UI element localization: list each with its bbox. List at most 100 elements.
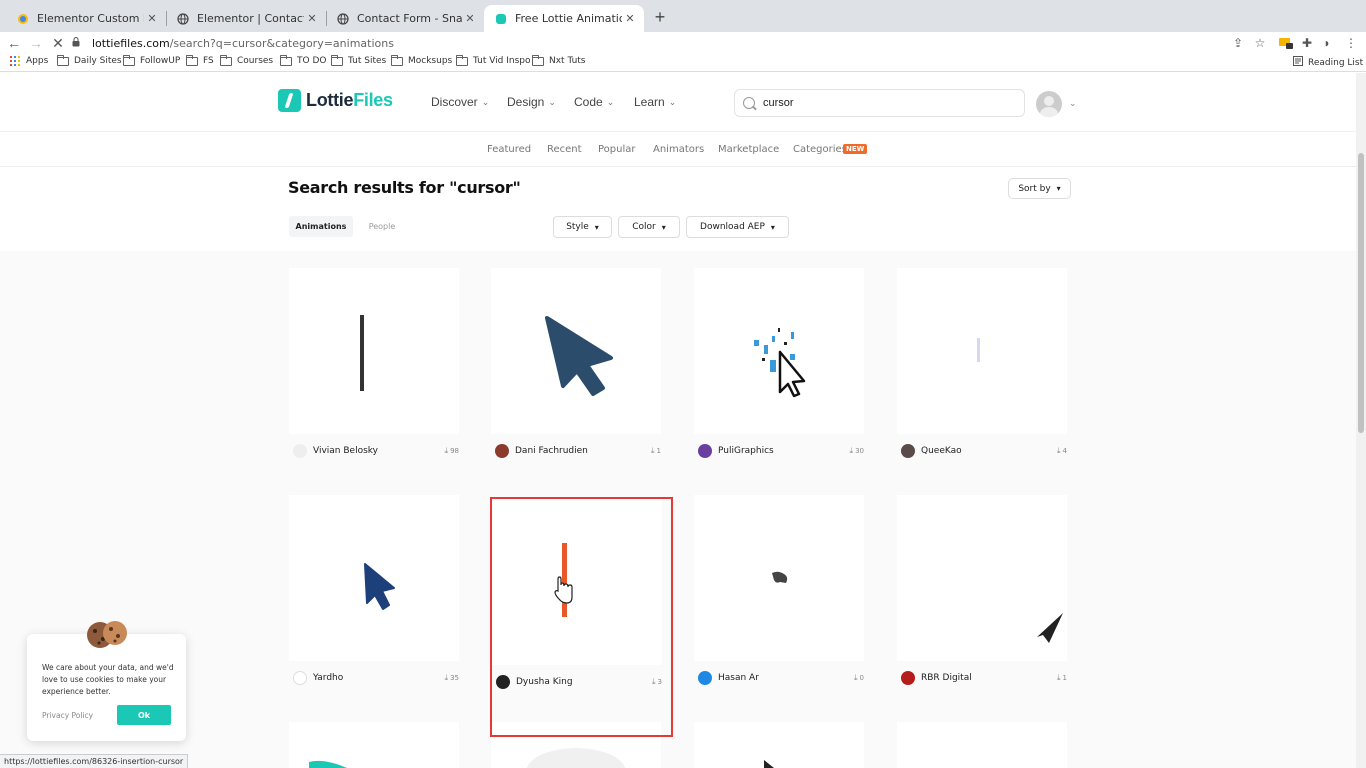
browser-tab-4-active[interactable]: Free Lottie Animation Files, To ✕ bbox=[484, 5, 644, 32]
animation-card[interactable] bbox=[897, 722, 1067, 768]
animation-card[interactable]: Dani Fachrudien ⤓ 1 bbox=[491, 268, 661, 481]
profile-extension-icon[interactable]: ◗ bbox=[1316, 32, 1338, 54]
animation-preview[interactable] bbox=[897, 722, 1067, 768]
animation-card[interactable]: Vivian Belosky ⤓ 98 bbox=[289, 268, 459, 481]
animation-preview[interactable] bbox=[897, 268, 1067, 434]
browser-tab-2[interactable]: Elementor | Contact Form ✕ bbox=[166, 5, 326, 32]
download-icon: ⤓ bbox=[1056, 446, 1061, 455]
forward-arrow-icon[interactable]: → bbox=[26, 32, 46, 54]
star-icon[interactable]: ☆ bbox=[1249, 32, 1271, 54]
user-avatar[interactable] bbox=[1036, 91, 1062, 117]
author-avatar[interactable] bbox=[901, 671, 915, 685]
subnav-recent[interactable]: Recent bbox=[547, 144, 582, 155]
author-avatar[interactable] bbox=[698, 444, 712, 458]
page-scrollbar[interactable] bbox=[1356, 73, 1366, 768]
bookmark-folder[interactable]: FollowUP bbox=[123, 54, 180, 66]
highlight-box bbox=[490, 497, 673, 737]
share-icon[interactable]: ⇪ bbox=[1227, 32, 1249, 54]
reading-list[interactable]: Reading List bbox=[1293, 56, 1363, 69]
animation-preview[interactable] bbox=[694, 268, 864, 434]
segment-people[interactable]: People bbox=[360, 216, 404, 237]
download-count: ⤓ 35 bbox=[445, 673, 459, 683]
animation-preview[interactable] bbox=[491, 268, 661, 434]
close-icon[interactable]: ✕ bbox=[304, 12, 320, 25]
animation-card[interactable]: RBR Digital ⤓ 1 bbox=[897, 495, 1067, 708]
chevron-down-icon: ▾ bbox=[770, 222, 775, 232]
nav-discover[interactable]: Discover ⌄ bbox=[431, 95, 489, 109]
animation-card[interactable] bbox=[694, 722, 864, 768]
author-avatar[interactable] bbox=[698, 671, 712, 685]
author-name[interactable]: QueeKao bbox=[921, 446, 962, 456]
animation-preview[interactable] bbox=[897, 495, 1067, 661]
download-value: 1 bbox=[1062, 674, 1067, 682]
author-name[interactable]: PuliGraphics bbox=[718, 446, 774, 456]
animation-card[interactable] bbox=[289, 722, 459, 768]
back-arrow-icon[interactable]: ← bbox=[4, 32, 24, 54]
extension-badge-icon[interactable] bbox=[1275, 32, 1297, 54]
author-name[interactable]: RBR Digital bbox=[921, 673, 972, 683]
bookmark-folder[interactable]: Tut Sites bbox=[331, 54, 386, 66]
subnav-animators[interactable]: Animators bbox=[653, 144, 704, 155]
animation-preview[interactable] bbox=[289, 495, 459, 661]
stop-loading-icon[interactable]: ✕ bbox=[48, 32, 68, 54]
author-name[interactable]: Dani Fachrudien bbox=[515, 446, 588, 456]
author-name[interactable]: Vivian Belosky bbox=[313, 446, 378, 456]
search-input[interactable]: cursor bbox=[734, 89, 1025, 117]
filter-style[interactable]: Style ▾ bbox=[553, 216, 612, 238]
segment-animations[interactable]: Animations bbox=[289, 216, 353, 237]
author-avatar[interactable] bbox=[293, 671, 307, 685]
subnav-categories[interactable]: Categories bbox=[793, 144, 847, 155]
bookmark-apps[interactable]: Apps bbox=[10, 56, 48, 66]
address-bar[interactable]: lottiefiles.com/search?q=cursor&category… bbox=[72, 32, 1272, 54]
bookmark-folder[interactable]: Tut Vid Inspo bbox=[456, 54, 531, 66]
lottiefiles-logo[interactable]: LottieFiles bbox=[278, 89, 393, 112]
animation-preview[interactable] bbox=[289, 722, 459, 768]
bookmark-folder[interactable]: Nxt Tuts bbox=[532, 54, 586, 66]
animation-card[interactable]: Hasan Ar ⤓ 0 bbox=[694, 495, 864, 708]
sort-label: Sort by bbox=[1018, 183, 1051, 194]
browser-tab-3[interactable]: Contact Form - Snappy Sports ✕ bbox=[326, 5, 484, 32]
subnav-featured[interactable]: Featured bbox=[487, 144, 531, 155]
browser-menu-icon[interactable]: ⋮ bbox=[1340, 32, 1362, 54]
bookmark-folder[interactable]: TO DO bbox=[280, 54, 326, 66]
filter-download-aep[interactable]: Download AEP ▾ bbox=[686, 216, 789, 238]
animation-preview[interactable] bbox=[289, 268, 459, 434]
privacy-policy-link[interactable]: Privacy Policy bbox=[42, 711, 93, 720]
filter-label: Color bbox=[632, 222, 656, 232]
download-value: 0 bbox=[859, 674, 864, 682]
browser-tab-1[interactable]: Elementor Custom Mouse Curs ✕ bbox=[6, 5, 166, 32]
animation-card[interactable]: Yardho ⤓ 35 bbox=[289, 495, 459, 708]
subnav-marketplace[interactable]: Marketplace bbox=[718, 144, 779, 155]
download-count: ⤓ 4 bbox=[1057, 446, 1067, 456]
filter-color[interactable]: Color ▾ bbox=[618, 216, 680, 238]
animation-card[interactable]: PuliGraphics ⤓ 30 bbox=[694, 268, 864, 481]
cookie-ok-button[interactable]: Ok bbox=[117, 705, 171, 725]
subnav-popular[interactable]: Popular bbox=[598, 144, 636, 155]
bookmark-label: Apps bbox=[26, 56, 49, 66]
close-icon[interactable]: ✕ bbox=[144, 12, 160, 25]
close-icon[interactable]: ✕ bbox=[462, 12, 478, 25]
folder-icon bbox=[456, 54, 468, 66]
sort-by-dropdown[interactable]: Sort by ▾ bbox=[1008, 178, 1071, 199]
author-avatar[interactable] bbox=[495, 444, 509, 458]
author-avatar[interactable] bbox=[901, 444, 915, 458]
animation-preview[interactable] bbox=[694, 722, 864, 768]
close-icon[interactable]: ✕ bbox=[622, 12, 638, 25]
bookmark-folder[interactable]: Courses bbox=[220, 54, 273, 66]
chevron-down-icon[interactable]: ⌄ bbox=[1069, 98, 1077, 109]
animation-preview[interactable] bbox=[694, 495, 864, 661]
scrollbar-thumb[interactable] bbox=[1358, 153, 1364, 433]
bookmark-folder[interactable]: FS bbox=[186, 54, 214, 66]
bookmark-folder[interactable]: Mocksups bbox=[391, 54, 452, 66]
author-name[interactable]: Yardho bbox=[313, 673, 343, 683]
author-name[interactable]: Hasan Ar bbox=[718, 673, 759, 683]
puzzle-extensions-icon[interactable]: ✚ bbox=[1296, 32, 1318, 54]
card-meta: Dani Fachrudien ⤓ 1 bbox=[495, 443, 661, 459]
nav-design[interactable]: Design ⌄ bbox=[507, 95, 556, 109]
nav-code[interactable]: Code ⌄ bbox=[574, 95, 614, 109]
animation-card[interactable]: QueeKao ⤓ 4 bbox=[897, 268, 1067, 481]
bookmark-folder[interactable]: Daily Sites bbox=[57, 54, 122, 66]
new-tab-icon[interactable]: + bbox=[650, 7, 670, 28]
author-avatar[interactable] bbox=[293, 444, 307, 458]
nav-learn[interactable]: Learn ⌄ bbox=[634, 95, 676, 109]
